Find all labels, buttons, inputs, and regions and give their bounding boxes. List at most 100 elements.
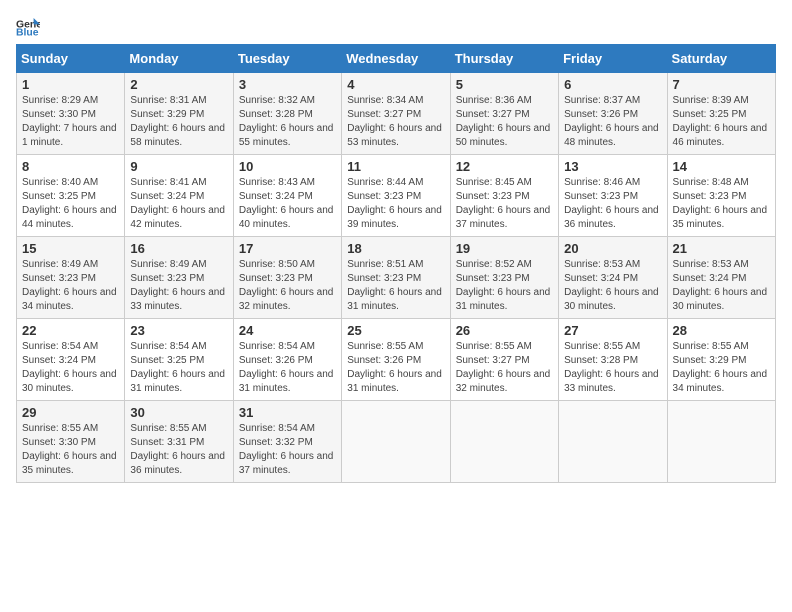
calendar-cell: 2 Sunrise: 8:31 AMSunset: 3:29 PMDaylight… (125, 73, 233, 155)
day-detail: Sunrise: 8:48 AMSunset: 3:23 PMDaylight:… (673, 176, 770, 232)
calendar-cell: 13Sunrise: 8:46 AMSunset: 3:23 PMDayligh… (559, 155, 667, 237)
day-number: 21 (673, 241, 770, 256)
day-number: 9 (130, 159, 227, 174)
day-detail: Sunrise: 8:36 AMSunset: 3:27 PMDaylight:… (456, 94, 553, 150)
day-detail: Sunrise: 8:49 AMSunset: 3:23 PMDaylight:… (22, 258, 119, 314)
day-detail: Sunrise: 8:50 AMSunset: 3:23 PMDaylight:… (239, 258, 336, 314)
day-detail: Sunrise: 8:55 AMSunset: 3:27 PMDaylight:… (456, 340, 553, 396)
day-detail: Sunrise: 8:41 AMSunset: 3:24 PMDaylight:… (130, 176, 227, 232)
day-number: 10 (239, 159, 336, 174)
day-number: 24 (239, 323, 336, 338)
day-detail: Sunrise: 8:49 AMSunset: 3:23 PMDaylight:… (130, 258, 227, 314)
day-number: 16 (130, 241, 227, 256)
calendar-cell (559, 401, 667, 483)
generalblue-logo-icon: General Blue (16, 16, 40, 36)
weekday-header-sunday: Sunday (17, 45, 125, 73)
day-detail: Sunrise: 8:34 AMSunset: 3:27 PMDaylight:… (347, 94, 444, 150)
day-detail: Sunrise: 8:52 AMSunset: 3:23 PMDaylight:… (456, 258, 553, 314)
day-number: 28 (673, 323, 770, 338)
calendar-cell: 26 Sunrise: 8:55 AMSunset: 3:27 PMDayligh… (450, 319, 558, 401)
calendar-cell: 1Sunrise: 8:29 AMSunset: 3:30 PMDaylight… (17, 73, 125, 155)
weekday-header-tuesday: Tuesday (233, 45, 341, 73)
weekday-header-wednesday: Wednesday (342, 45, 450, 73)
day-detail: Sunrise: 8:43 AMSunset: 3:24 PMDaylight:… (239, 176, 336, 232)
day-number: 12 (456, 159, 553, 174)
calendar-cell: 8Sunrise: 8:40 AMSunset: 3:25 PMDaylight… (17, 155, 125, 237)
calendar-cell: 29 Sunrise: 8:55 AMSunset: 3:30 PMDayligh… (17, 401, 125, 483)
calendar-cell: 6 Sunrise: 8:37 AMSunset: 3:26 PMDaylight… (559, 73, 667, 155)
day-number: 29 (22, 405, 119, 420)
day-number: 22 (22, 323, 119, 338)
day-detail: Sunrise: 8:55 AMSunset: 3:31 PMDaylight:… (130, 422, 227, 478)
day-number: 6 (564, 77, 661, 92)
calendar-cell: 9 Sunrise: 8:41 AMSunset: 3:24 PMDaylight… (125, 155, 233, 237)
day-number: 17 (239, 241, 336, 256)
day-detail: Sunrise: 8:44 AMSunset: 3:23 PMDaylight:… (347, 176, 444, 232)
calendar-cell: 31 Sunrise: 8:54 AMSunset: 3:32 PMDayligh… (233, 401, 341, 483)
day-number: 27 (564, 323, 661, 338)
day-number: 11 (347, 159, 444, 174)
calendar-cell (342, 401, 450, 483)
day-detail: Sunrise: 8:54 AMSunset: 3:26 PMDaylight:… (239, 340, 336, 396)
day-number: 4 (347, 77, 444, 92)
calendar-cell: 25 Sunrise: 8:55 AMSunset: 3:26 PMDayligh… (342, 319, 450, 401)
calendar-cell (450, 401, 558, 483)
day-detail: Sunrise: 8:54 AMSunset: 3:32 PMDaylight:… (239, 422, 336, 478)
weekday-header-monday: Monday (125, 45, 233, 73)
calendar-cell: 7 Sunrise: 8:39 AMSunset: 3:25 PMDaylight… (667, 73, 775, 155)
day-detail: Sunrise: 8:31 AMSunset: 3:29 PMDaylight:… (130, 94, 227, 150)
calendar-cell: 4 Sunrise: 8:34 AMSunset: 3:27 PMDaylight… (342, 73, 450, 155)
day-detail: Sunrise: 8:55 AMSunset: 3:30 PMDaylight:… (22, 422, 119, 478)
day-number: 8 (22, 159, 119, 174)
calendar-cell: 16 Sunrise: 8:49 AMSunset: 3:23 PMDayligh… (125, 237, 233, 319)
day-number: 15 (22, 241, 119, 256)
calendar-cell: 23 Sunrise: 8:54 AMSunset: 3:25 PMDayligh… (125, 319, 233, 401)
weekday-header-friday: Friday (559, 45, 667, 73)
day-detail: Sunrise: 8:51 AMSunset: 3:23 PMDaylight:… (347, 258, 444, 314)
calendar-cell: 10 Sunrise: 8:43 AMSunset: 3:24 PMDayligh… (233, 155, 341, 237)
day-number: 7 (673, 77, 770, 92)
day-number: 20 (564, 241, 661, 256)
day-number: 14 (673, 159, 770, 174)
day-number: 3 (239, 77, 336, 92)
day-detail: Sunrise: 8:53 AMSunset: 3:24 PMDaylight:… (673, 258, 770, 314)
day-number: 1 (22, 77, 119, 92)
day-detail: Sunrise: 8:55 AMSunset: 3:29 PMDaylight:… (673, 340, 770, 396)
weekday-header-saturday: Saturday (667, 45, 775, 73)
day-number: 18 (347, 241, 444, 256)
calendar-cell: 19 Sunrise: 8:52 AMSunset: 3:23 PMDayligh… (450, 237, 558, 319)
day-number: 31 (239, 405, 336, 420)
calendar-cell: 22 Sunrise: 8:54 AMSunset: 3:24 PMDayligh… (17, 319, 125, 401)
calendar-cell: 17 Sunrise: 8:50 AMSunset: 3:23 PMDayligh… (233, 237, 341, 319)
day-detail: Sunrise: 8:53 AMSunset: 3:24 PMDaylight:… (564, 258, 661, 314)
day-detail: Sunrise: 8:39 AMSunset: 3:25 PMDaylight:… (673, 94, 770, 150)
calendar-cell: 27 Sunrise: 8:55 AMSunset: 3:28 PMDayligh… (559, 319, 667, 401)
svg-text:Blue: Blue (16, 28, 39, 36)
calendar-cell: 20 Sunrise: 8:53 AMSunset: 3:24 PMDayligh… (559, 237, 667, 319)
logo: General Blue (16, 16, 44, 36)
calendar-cell: 14 Sunrise: 8:48 AMSunset: 3:23 PMDayligh… (667, 155, 775, 237)
day-number: 23 (130, 323, 227, 338)
header: General Blue (16, 16, 776, 36)
day-number: 19 (456, 241, 553, 256)
calendar-cell: 21 Sunrise: 8:53 AMSunset: 3:24 PMDayligh… (667, 237, 775, 319)
calendar-table: SundayMondayTuesdayWednesdayThursdayFrid… (16, 44, 776, 483)
calendar-cell: 28 Sunrise: 8:55 AMSunset: 3:29 PMDayligh… (667, 319, 775, 401)
day-number: 13 (564, 159, 661, 174)
day-detail: Sunrise: 8:55 AMSunset: 3:26 PMDaylight:… (347, 340, 444, 396)
weekday-header-thursday: Thursday (450, 45, 558, 73)
calendar-cell: 11 Sunrise: 8:44 AMSunset: 3:23 PMDayligh… (342, 155, 450, 237)
day-number: 5 (456, 77, 553, 92)
day-detail: Sunrise: 8:54 AMSunset: 3:25 PMDaylight:… (130, 340, 227, 396)
calendar-cell: 15 Sunrise: 8:49 AMSunset: 3:23 PMDayligh… (17, 237, 125, 319)
calendar-cell: 3 Sunrise: 8:32 AMSunset: 3:28 PMDaylight… (233, 73, 341, 155)
day-number: 26 (456, 323, 553, 338)
day-number: 2 (130, 77, 227, 92)
day-detail: Sunrise: 8:54 AMSunset: 3:24 PMDaylight:… (22, 340, 119, 396)
day-detail: Sunrise: 8:55 AMSunset: 3:28 PMDaylight:… (564, 340, 661, 396)
day-detail: Sunrise: 8:37 AMSunset: 3:26 PMDaylight:… (564, 94, 661, 150)
calendar-cell: 18 Sunrise: 8:51 AMSunset: 3:23 PMDayligh… (342, 237, 450, 319)
calendar-cell: 24 Sunrise: 8:54 AMSunset: 3:26 PMDayligh… (233, 319, 341, 401)
day-detail: Sunrise: 8:32 AMSunset: 3:28 PMDaylight:… (239, 94, 336, 150)
day-number: 25 (347, 323, 444, 338)
